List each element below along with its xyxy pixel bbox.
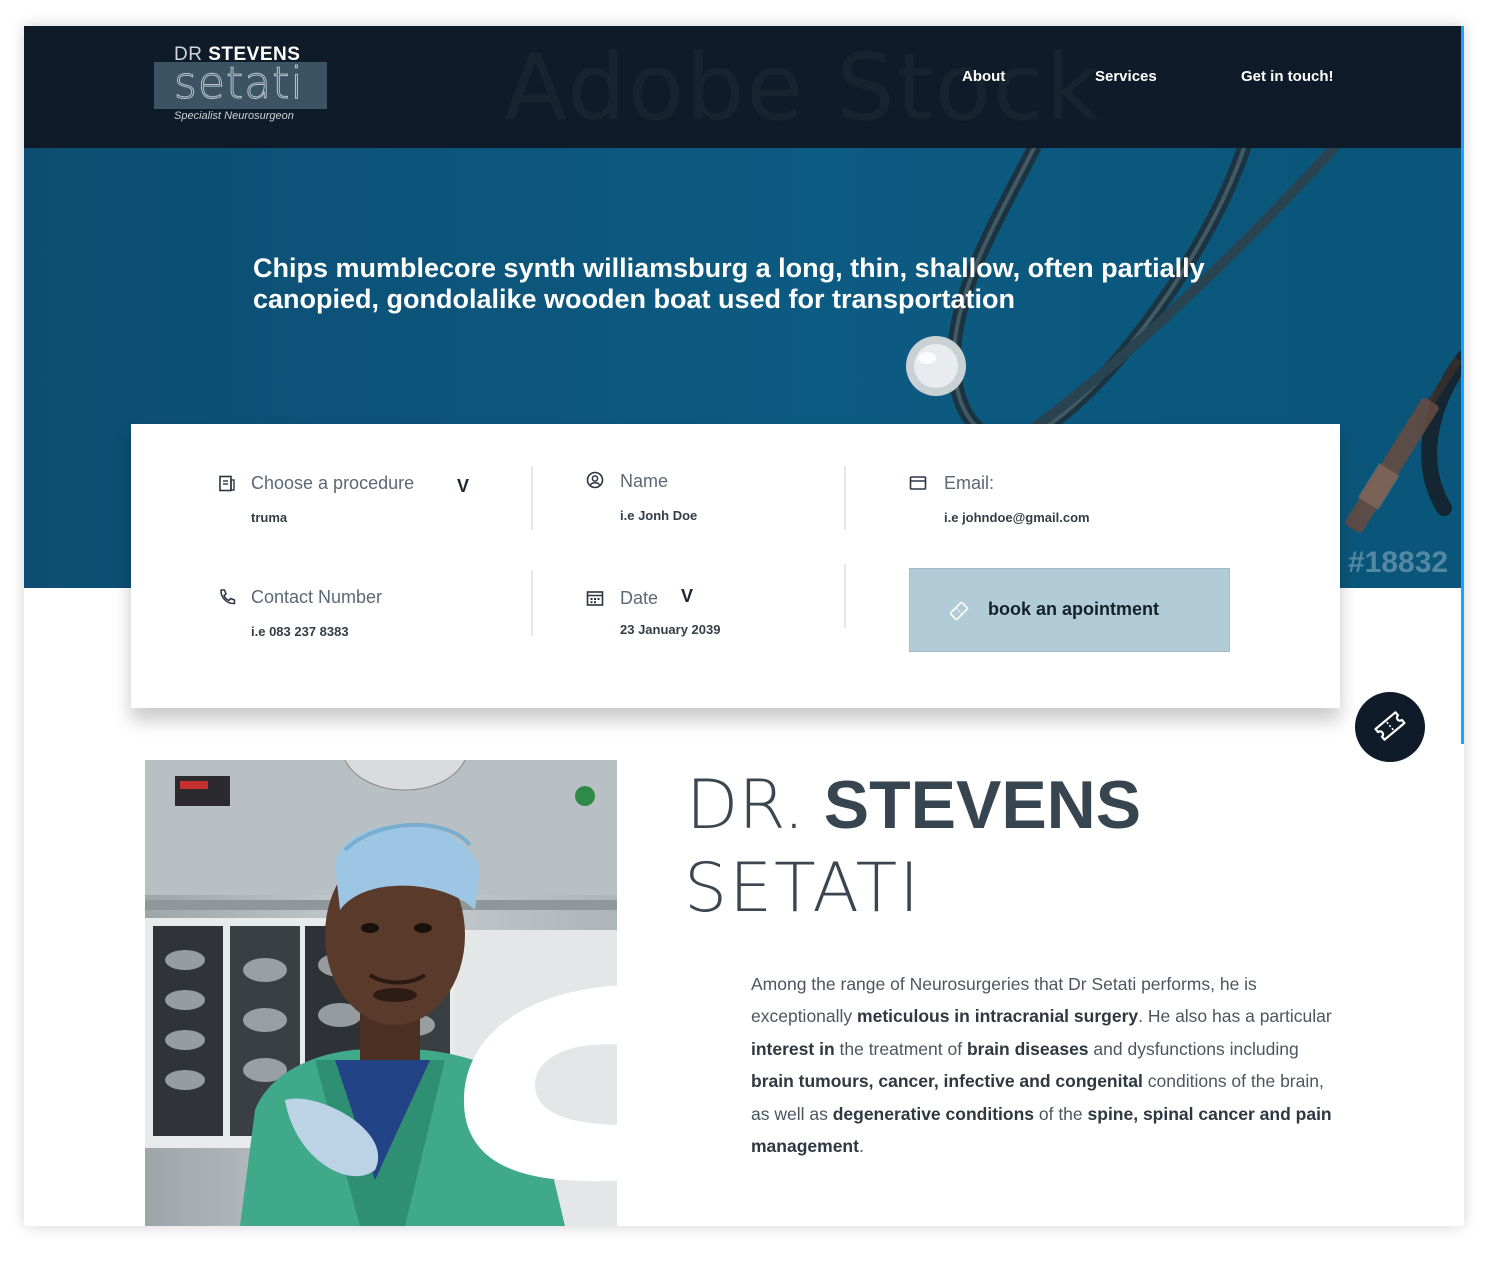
procedure-label[interactable]: Choose a procedure: [251, 473, 414, 494]
doctor-bio: Among the range of Neurosurgeries that D…: [751, 968, 1341, 1162]
contact-input[interactable]: i.e 083 237 8383: [251, 624, 349, 639]
nav-get-in-touch[interactable]: Get in touch!: [1241, 68, 1334, 85]
nav-about[interactable]: About: [962, 68, 1005, 85]
bio-emphasis: degenerative conditions: [832, 1103, 1034, 1124]
bio-emphasis: brain diseases: [966, 1038, 1089, 1059]
bio-text: the treatment of: [834, 1038, 967, 1059]
date-label[interactable]: Date: [620, 588, 658, 609]
booking-card: Choose a procedure V truma Name i.e Jonh…: [131, 424, 1340, 708]
image-code: #18832: [1348, 546, 1449, 579]
contact-label[interactable]: Contact Number: [251, 587, 382, 608]
divider: [844, 466, 846, 530]
name-dr: DR.: [686, 766, 805, 845]
date-chevron-down-icon[interactable]: V: [681, 586, 693, 607]
doctor-surname-heading: SETATI: [684, 849, 922, 928]
ticket-icon: [1374, 711, 1406, 741]
divider: [844, 564, 846, 628]
stock-watermark: Adobe Stock: [504, 34, 1101, 141]
doctor-name-heading: DR. STEVENS: [686, 762, 1141, 849]
bio-emphasis: meticulous in intracranial surgery: [857, 1006, 1139, 1027]
name-stevens: STEVENS: [823, 767, 1142, 843]
site-header: Adobe Stock DR STEVENS setati Specialist…: [24, 26, 1464, 148]
book-appointment-label: book an apointment: [988, 599, 1159, 619]
bio-text: .: [858, 1136, 864, 1157]
floating-booking-button[interactable]: [1355, 692, 1425, 762]
divider: [531, 466, 533, 530]
email-input[interactable]: i.e johndoe@gmail.com: [944, 510, 1090, 525]
document-icon: [219, 475, 235, 492]
logo-setati: setati: [174, 58, 304, 110]
ticket-icon: [949, 601, 969, 621]
bio-emphasis: brain tumours, cancer, infective and con…: [751, 1071, 1143, 1092]
procedure-chevron-down-icon[interactable]: V: [457, 476, 469, 497]
bio-text: of the: [1034, 1103, 1088, 1124]
procedure-value[interactable]: truma: [251, 510, 287, 525]
book-appointment-button[interactable]: book an apointment: [909, 568, 1230, 652]
date-value[interactable]: 23 January 2039: [620, 622, 720, 637]
logo-tagline: Specialist Neurosurgeon: [174, 110, 294, 122]
scroll-edge: [1461, 26, 1464, 744]
bio-text: . He also has a particular: [1138, 1006, 1332, 1027]
email-label[interactable]: Email:: [944, 473, 994, 494]
divider: [531, 570, 533, 636]
site-logo[interactable]: DR STEVENS setati Specialist Neurosurgeo…: [154, 44, 329, 144]
page-frame: Adobe Stock DR STEVENS setati Specialist…: [24, 26, 1464, 1226]
envelope-icon: [909, 476, 927, 490]
doctor-photo: [145, 760, 617, 1226]
bio-text: and dysfunctions including: [1088, 1038, 1299, 1059]
phone-icon: [220, 589, 236, 605]
nav-services[interactable]: Services: [1095, 68, 1157, 85]
hero-headline: Chips mumblecore synth williamsburg a lo…: [253, 253, 1205, 314]
calendar-icon: [586, 591, 604, 606]
user-circle-icon: [586, 471, 604, 489]
name-input[interactable]: i.e Jonh Doe: [620, 508, 697, 523]
name-label[interactable]: Name: [620, 471, 668, 492]
decorative-s-letter: [463, 985, 617, 1182]
bio-emphasis: interest in: [751, 1038, 835, 1059]
